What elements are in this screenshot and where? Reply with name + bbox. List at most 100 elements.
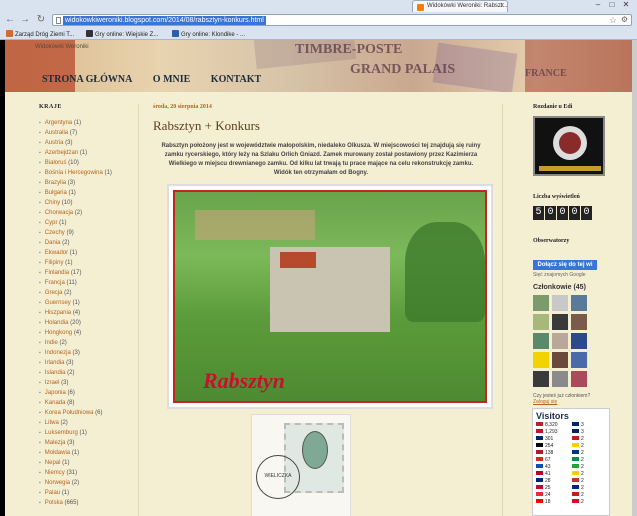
- member-avatar[interactable]: [571, 314, 587, 330]
- country-item[interactable]: Indonezja (3): [39, 348, 127, 358]
- country-item[interactable]: Hiszpania (4): [39, 308, 127, 318]
- postcard-stamp[interactable]: WIELICZKA: [251, 414, 351, 516]
- url-text[interactable]: widokowkiweroniki.blogspot.com/2014/08/r…: [63, 16, 266, 25]
- country-item[interactable]: Francja (11): [39, 278, 127, 288]
- country-item[interactable]: Palau (1): [39, 488, 127, 498]
- member-avatar[interactable]: [552, 352, 568, 368]
- country-name[interactable]: Azerbejdżan: [45, 150, 78, 156]
- country-item[interactable]: Australia (7): [39, 128, 127, 138]
- member-avatar[interactable]: [571, 371, 587, 387]
- bookmark-1[interactable]: Zarząd Dróg Ziemi T...: [6, 30, 74, 38]
- country-name[interactable]: Brazylia: [45, 180, 66, 186]
- country-item[interactable]: Brazylia (3): [39, 178, 127, 188]
- country-item[interactable]: Chorwacja (2): [39, 208, 127, 218]
- country-item[interactable]: Polska (665): [39, 498, 127, 508]
- country-name[interactable]: Austria: [45, 140, 64, 146]
- member-avatar[interactable]: [533, 314, 549, 330]
- country-item[interactable]: Malezja (3): [39, 438, 127, 448]
- blog-name[interactable]: Widokówki Weroniki: [35, 44, 89, 50]
- country-item[interactable]: Holandia (20): [39, 318, 127, 328]
- country-item[interactable]: Bośnia i Hercegowina (1): [39, 168, 127, 178]
- member-avatar[interactable]: [552, 314, 568, 330]
- country-name[interactable]: Grecja: [45, 290, 63, 296]
- country-name[interactable]: Korea Południowa: [45, 410, 94, 416]
- country-item[interactable]: Bułgaria (1): [39, 188, 127, 198]
- country-name[interactable]: Ekwador: [45, 250, 68, 256]
- country-name[interactable]: Indie: [45, 340, 58, 346]
- country-item[interactable]: Filipiny (1): [39, 258, 127, 268]
- country-name[interactable]: Islandia: [45, 370, 66, 376]
- country-name[interactable]: Czechy: [45, 230, 65, 236]
- bookmark-2[interactable]: Gry online: Wiejskie Z...: [86, 30, 158, 38]
- country-name[interactable]: Hiszpania: [45, 310, 71, 316]
- country-item[interactable]: Argentyna (1): [39, 118, 127, 128]
- maximize-icon[interactable]: □: [605, 0, 619, 9]
- country-item[interactable]: Hongkong (4): [39, 328, 127, 338]
- member-avatar[interactable]: [571, 295, 587, 311]
- star-icon[interactable]: ☆: [609, 15, 617, 26]
- country-name[interactable]: Francja: [45, 280, 65, 286]
- browser-tab[interactable]: Widokówki Weroniki: Rabszt... x: [412, 0, 508, 12]
- country-item[interactable]: Niemcy (31): [39, 468, 127, 478]
- country-name[interactable]: Chorwacja: [45, 210, 73, 216]
- country-item[interactable]: Irlandia (3): [39, 358, 127, 368]
- country-item[interactable]: Chiny (10): [39, 198, 127, 208]
- country-name[interactable]: Finlandia: [45, 270, 69, 276]
- country-name[interactable]: Indonezja: [45, 350, 71, 356]
- login-link[interactable]: Zaloguj się: [533, 399, 628, 405]
- country-name[interactable]: Norwegia: [45, 480, 70, 486]
- address-bar[interactable]: widokowkiweroniki.blogspot.com/2014/08/r…: [52, 14, 632, 26]
- menu-contact[interactable]: KONTAKT: [211, 74, 261, 85]
- member-avatar[interactable]: [571, 352, 587, 368]
- country-item[interactable]: Czechy (9): [39, 228, 127, 238]
- country-item[interactable]: Azerbejdżan (1): [39, 148, 127, 158]
- country-name[interactable]: Chiny: [45, 200, 60, 206]
- country-name[interactable]: Australia: [45, 130, 68, 136]
- country-name[interactable]: Cypr: [45, 220, 58, 226]
- menu-home[interactable]: STRONA GŁÓWNA: [42, 74, 132, 85]
- country-name[interactable]: Irlandia: [45, 360, 65, 366]
- member-avatar[interactable]: [533, 333, 549, 349]
- member-avatar[interactable]: [552, 295, 568, 311]
- country-item[interactable]: Luksemburg (1): [39, 428, 127, 438]
- forward-icon[interactable]: →: [19, 14, 31, 26]
- member-avatar[interactable]: [533, 352, 549, 368]
- country-item[interactable]: Białoruś (10): [39, 158, 127, 168]
- country-item[interactable]: Japonia (6): [39, 388, 127, 398]
- country-item[interactable]: Dania (2): [39, 238, 127, 248]
- menu-about[interactable]: O MNIE: [153, 74, 191, 85]
- country-name[interactable]: Dania: [45, 240, 61, 246]
- country-name[interactable]: Hongkong: [45, 330, 72, 336]
- country-name[interactable]: Mołdawia: [45, 450, 70, 456]
- country-name[interactable]: Izrael: [45, 380, 60, 386]
- country-item[interactable]: Islandia (2): [39, 368, 127, 378]
- country-name[interactable]: Argentyna: [45, 120, 72, 126]
- country-item[interactable]: Nepal (1): [39, 458, 127, 468]
- country-item[interactable]: Austria (3): [39, 138, 127, 148]
- country-item[interactable]: Ekwador (1): [39, 248, 127, 258]
- country-name[interactable]: Bośnia i Hercegowina: [45, 170, 103, 176]
- country-name[interactable]: Bułgaria: [45, 190, 67, 196]
- country-name[interactable]: Japonia: [45, 390, 66, 396]
- country-item[interactable]: Litwa (2): [39, 418, 127, 428]
- country-name[interactable]: Litwa: [45, 420, 59, 426]
- country-name[interactable]: Niemcy: [45, 470, 65, 476]
- country-item[interactable]: Kanada (8): [39, 398, 127, 408]
- post-title[interactable]: Rabsztyn + Konkurs: [153, 118, 502, 134]
- country-item[interactable]: Korea Południowa (6): [39, 408, 127, 418]
- minimize-icon[interactable]: –: [591, 0, 605, 9]
- country-name[interactable]: Polska: [45, 500, 63, 506]
- postcard-photo[interactable]: Rabsztyn: [167, 184, 493, 409]
- member-avatar[interactable]: [552, 333, 568, 349]
- country-item[interactable]: Norwegia (2): [39, 478, 127, 488]
- country-item[interactable]: Grecja (2): [39, 288, 127, 298]
- country-item[interactable]: Guernsey (1): [39, 298, 127, 308]
- member-avatar[interactable]: [533, 295, 549, 311]
- country-name[interactable]: Guernsey: [45, 300, 71, 306]
- country-item[interactable]: Izrael (3): [39, 378, 127, 388]
- country-name[interactable]: Palau: [45, 490, 60, 496]
- bookmark-3[interactable]: Gry online: Klondike - ...: [172, 30, 245, 38]
- country-item[interactable]: Mołdawia (1): [39, 448, 127, 458]
- country-name[interactable]: Luksemburg: [45, 430, 78, 436]
- country-name[interactable]: Holandia: [45, 320, 69, 326]
